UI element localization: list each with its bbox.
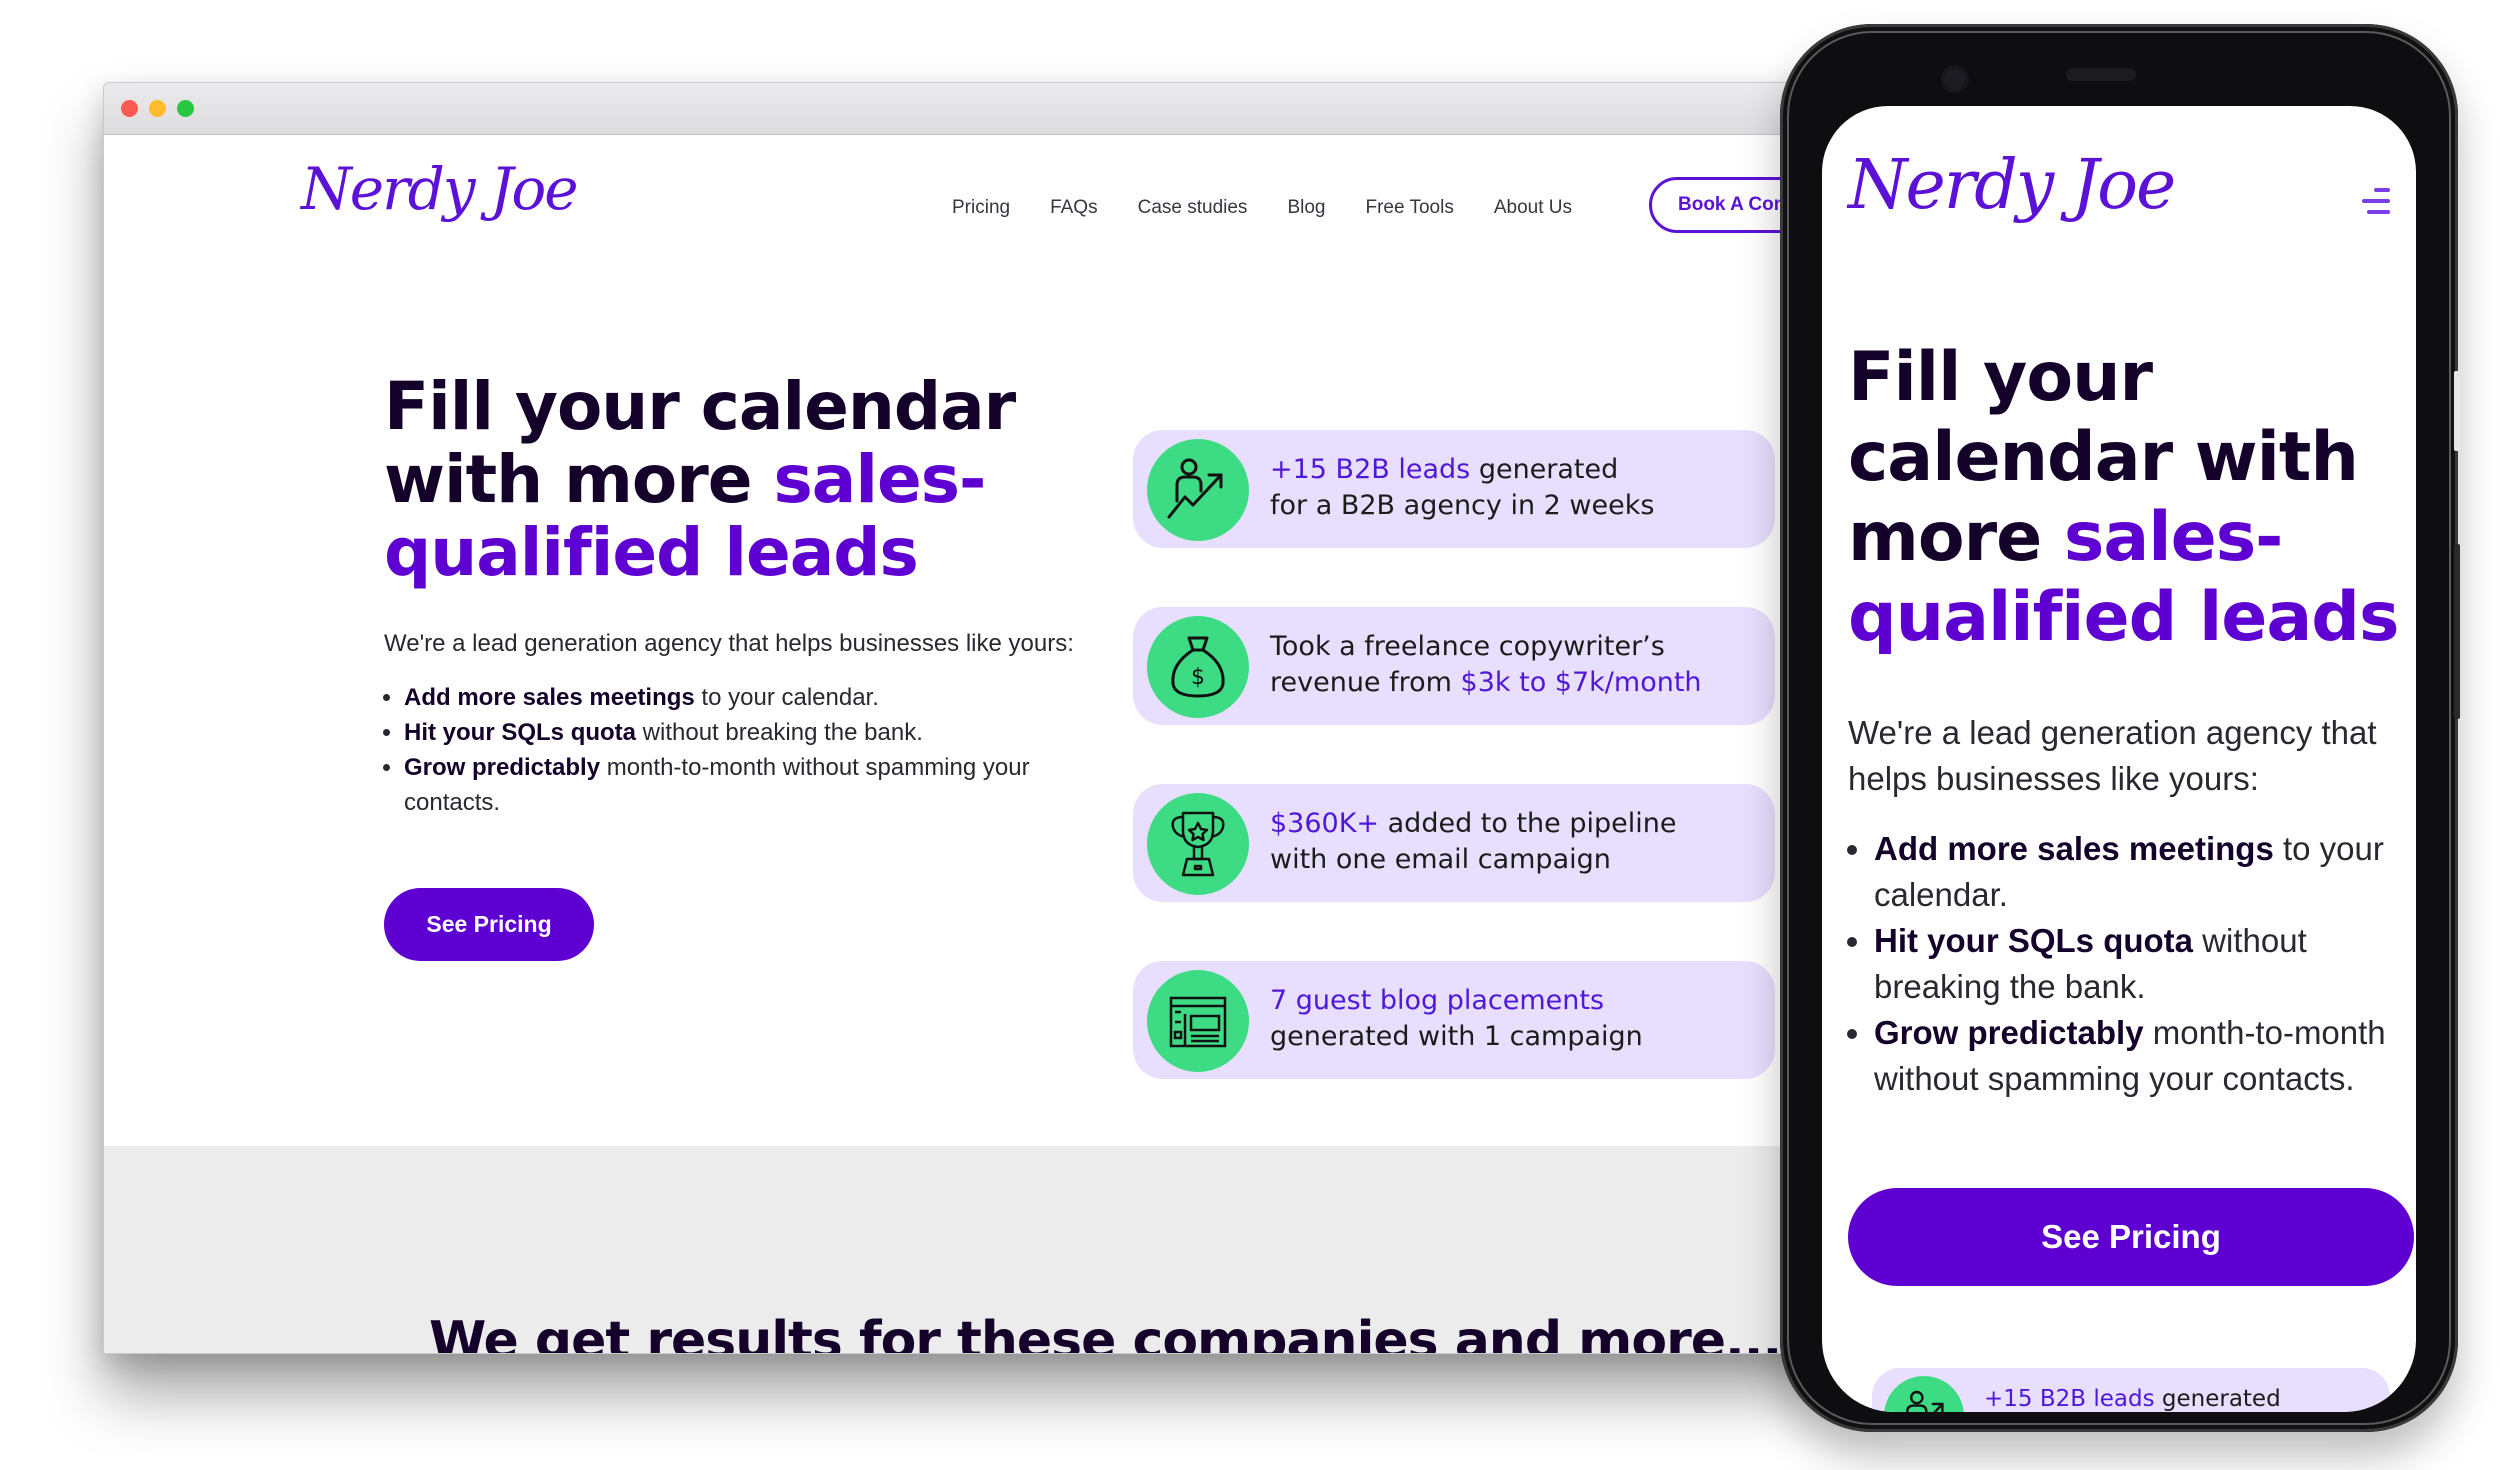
- benefit-item: Grow predictably month-to-month without …: [1874, 1010, 2416, 1102]
- money-bag-icon: $: [1147, 616, 1249, 718]
- benefit-text: without breaking the bank.: [636, 719, 923, 746]
- benefit-bold: Hit your SQLs quota: [1874, 922, 2194, 959]
- maximize-window-button[interactable]: [177, 100, 194, 117]
- stat-highlight: +15 B2B leads: [1270, 454, 1471, 485]
- benefit-bold: Add more sales meetings: [404, 684, 695, 711]
- main-nav: Pricing FAQs Case studies Blog Free Tool…: [952, 197, 1612, 219]
- benefit-bold: Grow predictably: [1874, 1014, 2144, 1051]
- stat-card: +15 B2B leads generated for a B2B agency…: [1133, 430, 1775, 548]
- nav-pricing[interactable]: Pricing: [952, 197, 1010, 219]
- stat-line: generated: [2154, 1386, 2281, 1412]
- nav-faqs[interactable]: FAQs: [1050, 197, 1098, 219]
- browser-window: Nerdy Joe Pricing FAQs Case studies Blog…: [103, 82, 1845, 1354]
- minimize-window-button[interactable]: [149, 100, 166, 117]
- stat-highlight: +15 B2B leads: [1984, 1386, 2155, 1412]
- mobile-see-pricing-button[interactable]: See Pricing: [1848, 1188, 2414, 1286]
- benefit-bold: Hit your SQLs quota: [404, 719, 637, 746]
- stat-highlight: $3k to $7k/month: [1460, 667, 1702, 698]
- stat-text: 7 guest blog placements generated with 1…: [1270, 983, 1643, 1055]
- benefit-item: Grow predictably month-to-month without …: [404, 750, 1124, 820]
- mobile-logo[interactable]: Nerdy Joe: [1848, 146, 2176, 225]
- results-section: We get results for these companies and m…: [104, 1146, 1844, 1353]
- hero-intro: We're a lead generation agency that help…: [384, 630, 1074, 657]
- nav-about-us[interactable]: About Us: [1494, 197, 1572, 219]
- close-window-button[interactable]: [121, 100, 138, 117]
- trophy-icon: [1147, 793, 1249, 895]
- benefit-item: Hit your SQLs quota without breaking the…: [404, 715, 1124, 750]
- results-heading: We get results for these companies and m…: [429, 1311, 1801, 1354]
- stat-text: $360K+ added to the pipeline with one em…: [1270, 806, 1676, 878]
- phone-speaker: [2066, 68, 2136, 81]
- phone-power-button: [2454, 544, 2460, 719]
- logo[interactable]: Nerdy Joe: [301, 155, 579, 223]
- benefit-item: Add more sales meetings to your calendar…: [1874, 826, 2416, 918]
- mobile-stat-card: +15 B2B leads generated for a B2B agency…: [1872, 1368, 2390, 1412]
- benefit-bold: Grow predictably: [404, 754, 601, 781]
- mobile-hero-intro: We're a lead generation agency that help…: [1848, 714, 2377, 797]
- nav-free-tools[interactable]: Free Tools: [1365, 197, 1453, 219]
- benefit-item: Add more sales meetings to your calendar…: [404, 680, 1124, 715]
- benefit-list: Add more sales meetings to your calendar…: [384, 680, 1124, 820]
- stat-card: $360K+ added to the pipeline with one em…: [1133, 784, 1775, 902]
- nav-blog[interactable]: Blog: [1287, 197, 1325, 219]
- stat-line: generated: [1470, 454, 1619, 485]
- svg-text:$: $: [1191, 665, 1205, 690]
- phone-frame: Nerdy Joe Fill your calendar with more s…: [1780, 24, 2460, 1432]
- stat-line: with one email campaign: [1270, 844, 1611, 875]
- see-pricing-button[interactable]: See Pricing: [384, 888, 594, 961]
- mobile-benefit-list: Add more sales meetings to your calendar…: [1848, 826, 2416, 1102]
- benefit-text: to your calendar.: [694, 684, 879, 711]
- benefit-bold: Add more sales meetings: [1874, 830, 2274, 867]
- mobile-screen: Nerdy Joe Fill your calendar with more s…: [1822, 106, 2416, 1412]
- stat-highlight: $360K+: [1270, 808, 1380, 839]
- stat-line: for a B2B agency in 2 weeks: [1270, 490, 1655, 521]
- hero-title: Fill your calendar with more sales-quali…: [384, 370, 1104, 589]
- growth-person-icon: [1884, 1376, 1964, 1412]
- front-camera-icon: [1945, 69, 1965, 89]
- hamburger-menu-icon[interactable]: [2362, 188, 2392, 216]
- growth-person-icon: [1147, 439, 1249, 541]
- stat-line: added to the pipeline: [1379, 808, 1677, 839]
- stat-card: $ Took a freelance copywriter’s revenue …: [1133, 607, 1775, 725]
- browser-titlebar: [104, 83, 1844, 135]
- stat-line: generated with 1 campaign: [1270, 1021, 1643, 1052]
- stat-text: Took a freelance copywriter’s revenue fr…: [1270, 629, 1702, 701]
- nav-case-studies[interactable]: Case studies: [1138, 197, 1248, 219]
- stat-highlight: 7 guest blog placements: [1270, 985, 1605, 1016]
- blog-layout-icon: [1147, 970, 1249, 1072]
- stat-card: 7 guest blog placements generated with 1…: [1133, 961, 1775, 1079]
- stat-line: Took a freelance copywriter’s: [1270, 631, 1665, 662]
- stat-line: revenue from: [1270, 667, 1461, 698]
- phone-volume-button: [2454, 371, 2460, 451]
- desktop-site: Nerdy Joe Pricing FAQs Case studies Blog…: [104, 135, 1844, 1353]
- benefit-item: Hit your SQLs quota without breaking the…: [1874, 918, 2416, 1010]
- stat-text: +15 B2B leads generated for a B2B agency…: [1984, 1384, 2311, 1412]
- mobile-hero-title: Fill your calendar with more sales-quali…: [1848, 338, 2408, 658]
- stat-text: +15 B2B leads generated for a B2B agency…: [1270, 452, 1654, 524]
